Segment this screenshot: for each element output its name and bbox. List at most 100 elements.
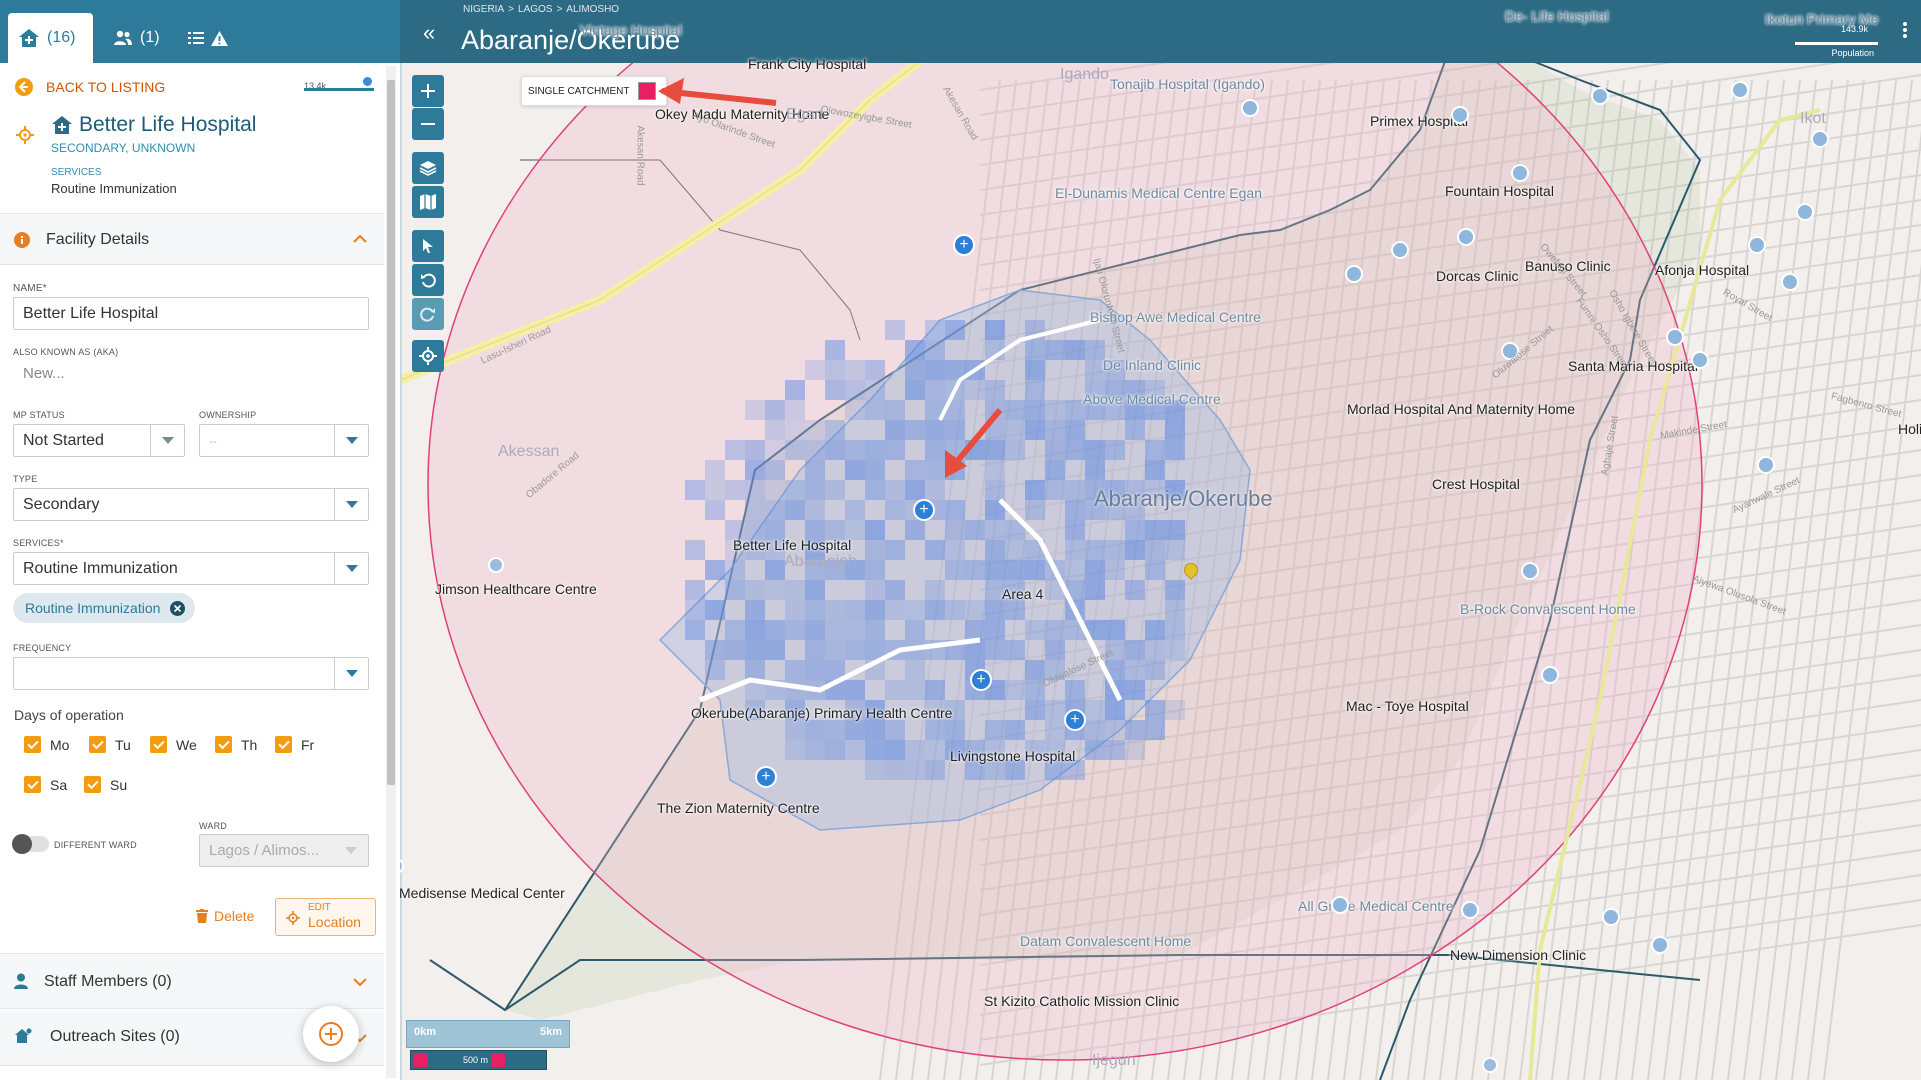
map-poi-label[interactable]: New Dimension Clinic	[1450, 947, 1586, 963]
map-poi-label[interactable]: The Zion Maternity Centre	[657, 800, 820, 816]
map-poi-label[interactable]: Afonja Hospital	[1655, 262, 1749, 278]
facility-pin-icon[interactable]: +	[913, 499, 935, 521]
day-checkbox-fr[interactable]: Fr	[275, 736, 314, 753]
ownership-select[interactable]: --	[199, 424, 369, 457]
map-pin-icon[interactable]	[1241, 99, 1259, 117]
map-pin-icon[interactable]	[1666, 328, 1684, 346]
different-ward-toggle[interactable]	[12, 834, 49, 854]
map-poi-label[interactable]: Livingstone Hospital	[950, 748, 1075, 764]
map-poi-label[interactable]: B-Rock Convalescent Home	[1460, 601, 1636, 617]
day-checkbox-mo[interactable]: Mo	[24, 736, 69, 753]
delete-button[interactable]: Delete	[196, 908, 254, 924]
map-pin-icon[interactable]	[488, 557, 504, 573]
map-pin-icon[interactable]	[1602, 908, 1620, 926]
back-arrow-icon	[15, 78, 33, 96]
map-pin-icon[interactable]	[1541, 666, 1559, 684]
edit-location-line2: Location	[308, 914, 361, 930]
checkbox-checked-icon	[24, 736, 41, 753]
back-to-listing[interactable]: BACK TO LISTING	[15, 78, 165, 96]
day-checkbox-sa[interactable]: Sa	[24, 776, 67, 793]
day-checkbox-su[interactable]: Su	[84, 776, 127, 793]
map-pin-icon[interactable]	[1691, 351, 1709, 369]
map-pin-icon[interactable]	[1521, 562, 1539, 580]
outreach-sites-title: Outreach Sites (0)	[50, 1028, 180, 1045]
map-pin-icon[interactable]	[1591, 87, 1609, 105]
map-poi-label[interactable]: Frank City Hospital	[748, 56, 866, 72]
sidebar-scrollbar[interactable]	[386, 66, 396, 1078]
map-poi-label[interactable]: Vintage Hospital	[580, 22, 682, 38]
map-poi-label[interactable]: Tonajib Hospital (Igando)	[1110, 76, 1265, 92]
tab-issues[interactable]	[178, 13, 240, 63]
map-pin-icon[interactable]	[1461, 901, 1479, 919]
map-poi-label[interactable]: Okerube(Abaranje) Primary Health Centre	[691, 705, 952, 721]
scale-left: 0km	[414, 1026, 437, 1038]
map-pin-icon[interactable]	[1457, 228, 1475, 246]
map-poi-label[interactable]: El-Dunamis Medical Centre Egan	[1055, 185, 1262, 201]
frequency-select[interactable]	[13, 657, 369, 690]
locate-target-icon[interactable]	[16, 126, 34, 144]
map-poi-label[interactable]: Crest Hospital	[1432, 476, 1520, 492]
scale-handle[interactable]	[491, 1053, 505, 1067]
map-poi-label[interactable]: De- Life Hospital	[1505, 8, 1609, 24]
warning-icon	[211, 30, 228, 46]
tab-people[interactable]: (1)	[103, 13, 171, 63]
facility-details-header[interactable]: Facility Details	[0, 213, 384, 265]
day-label: We	[176, 736, 197, 753]
map-pin-icon[interactable]	[1651, 936, 1669, 954]
edit-location-button[interactable]: EDIT Location	[275, 898, 376, 936]
add-fab-button[interactable]	[303, 1006, 359, 1062]
facility-pin-icon[interactable]: +	[1064, 709, 1086, 731]
day-checkbox-tu[interactable]: Tu	[89, 736, 131, 753]
aka-input[interactable]: New...	[23, 365, 65, 382]
map-pin-icon[interactable]	[1451, 106, 1469, 124]
chevron-down-icon[interactable]	[353, 977, 367, 987]
remove-tag-icon[interactable]	[170, 600, 186, 616]
facility-pin-icon[interactable]: +	[755, 766, 777, 788]
population-scale-bar	[304, 88, 374, 91]
map-pin-icon[interactable]	[1331, 896, 1349, 914]
map-pin-icon[interactable]	[1511, 164, 1529, 182]
map-poi-label[interactable]: Jimson Healthcare Centre	[435, 581, 597, 597]
population-scale-knob[interactable]	[363, 77, 372, 86]
map-pin-icon[interactable]	[1731, 81, 1749, 99]
map-pin-icon[interactable]	[1757, 456, 1775, 474]
day-checkbox-we[interactable]: We	[150, 736, 197, 753]
map-poi-label[interactable]: Mac - Toye Hospital	[1346, 698, 1469, 714]
map-poi-label[interactable]: Medisense Medical Center	[400, 885, 565, 901]
facility-pin-icon[interactable]: +	[953, 234, 975, 256]
scale-slider[interactable]: 500 m	[410, 1050, 547, 1070]
day-checkbox-th[interactable]: Th	[215, 736, 257, 753]
map-poi-label[interactable]: Santa Maria Hospital	[1568, 358, 1698, 374]
mp-status-select[interactable]: Not Started	[13, 424, 185, 457]
scale-handle[interactable]	[414, 1053, 428, 1067]
map-pin-icon[interactable]	[1748, 236, 1766, 254]
services-select[interactable]: Routine Immunization	[13, 552, 369, 585]
map-pin-icon[interactable]	[1796, 203, 1814, 221]
map-poi-label[interactable]: Fountain Hospital	[1445, 183, 1554, 199]
map-pin-icon[interactable]	[1482, 1057, 1498, 1073]
map-view[interactable]: « NIGERIA > LAGOS > ALIMOSHO Abaranje/Ok…	[400, 0, 1921, 1080]
map-poi-label[interactable]: Holi	[1898, 421, 1921, 437]
facility-pin-icon[interactable]: +	[970, 669, 992, 691]
map-poi-label[interactable]: St Kizito Catholic Mission Clinic	[984, 993, 1179, 1009]
map-poi-label[interactable]: Ikotun Primary Me	[1765, 11, 1879, 27]
map-poi-label[interactable]: Morlad Hospital And Maternity Home	[1347, 401, 1575, 417]
map-poi-label[interactable]: Dorcas Clinic	[1436, 268, 1518, 284]
staff-members-section[interactable]: Staff Members (0)	[0, 953, 384, 1009]
name-input[interactable]: Better Life Hospital	[13, 297, 369, 330]
type-select[interactable]: Secondary	[13, 488, 369, 521]
map-poi-label[interactable]: Better Life Hospital	[733, 537, 851, 553]
tab-facilities[interactable]: (16)	[8, 13, 93, 63]
map-poi-label[interactable]: All Grace Medical Centre	[1298, 898, 1454, 914]
map-pin-icon[interactable]	[1811, 130, 1829, 148]
chevron-up-icon[interactable]	[353, 234, 367, 244]
map-poi-label[interactable]: Area 4	[1002, 586, 1043, 602]
scrollbar-thumb[interactable]	[387, 80, 395, 785]
map-pin-icon[interactable]	[1781, 273, 1799, 291]
map-pin-icon[interactable]	[1391, 241, 1409, 259]
map-poi-label[interactable]: De Inland Clinic	[1103, 357, 1201, 373]
map-poi-label[interactable]: Above Medical Centre	[1083, 391, 1221, 407]
different-ward-label: DIFFERENT WARD	[54, 840, 137, 850]
map-pin-icon[interactable]	[1345, 265, 1363, 283]
map-poi-label[interactable]: Datam Convalescent Home	[1020, 933, 1191, 949]
